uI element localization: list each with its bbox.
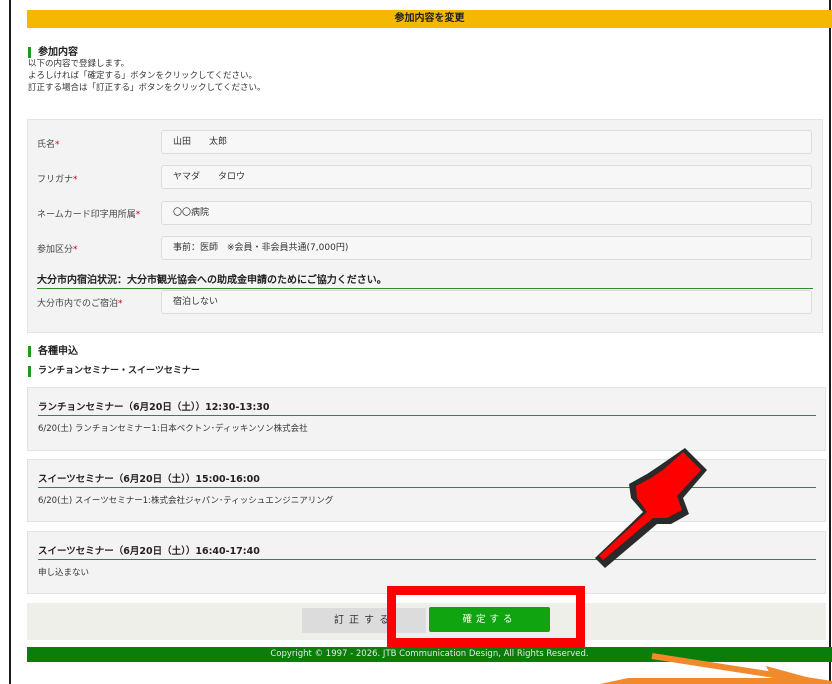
furigana-field: ヤマダ タロウ	[161, 165, 812, 189]
seminar-detail: 6/20(土) ランチョンセミナー1:日本ベクトン･ディッキンソン株式会社	[38, 424, 308, 434]
furigana-label: フリガナ*	[37, 175, 78, 185]
seminars-subheading: ランチョンセミナー・スイーツセミナー	[28, 366, 200, 377]
participation-heading: 参加内容	[28, 47, 78, 58]
category-label: 参加区分*	[37, 245, 78, 255]
intro-line: 以下の内容で登録します。	[28, 59, 130, 69]
applications-heading: 各種申込	[28, 346, 78, 357]
intro-line: よろしければ「確定する」ボタンをクリックしてください。	[28, 71, 257, 81]
page-header: 参加内容を変更	[27, 10, 832, 28]
stay-label: 大分市内でのご宿泊*	[37, 299, 123, 309]
name-label: 氏名*	[37, 140, 60, 150]
category-field: 事前：医師 ※会員・非会員共通(7,000円)	[161, 236, 812, 260]
name-field: 山田 太郎	[161, 130, 812, 154]
hand-pointer-icon	[595, 448, 707, 568]
right-frame-border	[829, 0, 831, 684]
arrow-icon	[600, 653, 832, 684]
stay-status-heading: 大分市内宿泊状況：大分市観光協会への助成金申請のためにご協力ください。	[37, 271, 813, 289]
seminar-detail: 6/20(土) スイーツセミナー1:株式会社ジャパン･ティッシュエンジニアリング	[38, 496, 334, 506]
affiliation-label: ネームカード印字用所属*	[37, 210, 141, 220]
intro-line: 訂正する場合は「訂正する」ボタンをクリックしてください。	[28, 83, 266, 93]
confirm-highlight-annotation	[387, 586, 585, 647]
affiliation-field: 〇〇病院	[161, 201, 812, 225]
seminar-title: ランチョンセミナー（6月20日（土））12:30-13:30	[38, 399, 816, 416]
seminar-detail: 申し込まない	[38, 568, 90, 578]
intro-text: 以下の内容で登録します。 よろしければ「確定する」ボタンをクリックしてください。…	[28, 58, 266, 94]
stay-field: 宿泊しない	[161, 290, 812, 314]
left-frame-border	[9, 0, 11, 684]
